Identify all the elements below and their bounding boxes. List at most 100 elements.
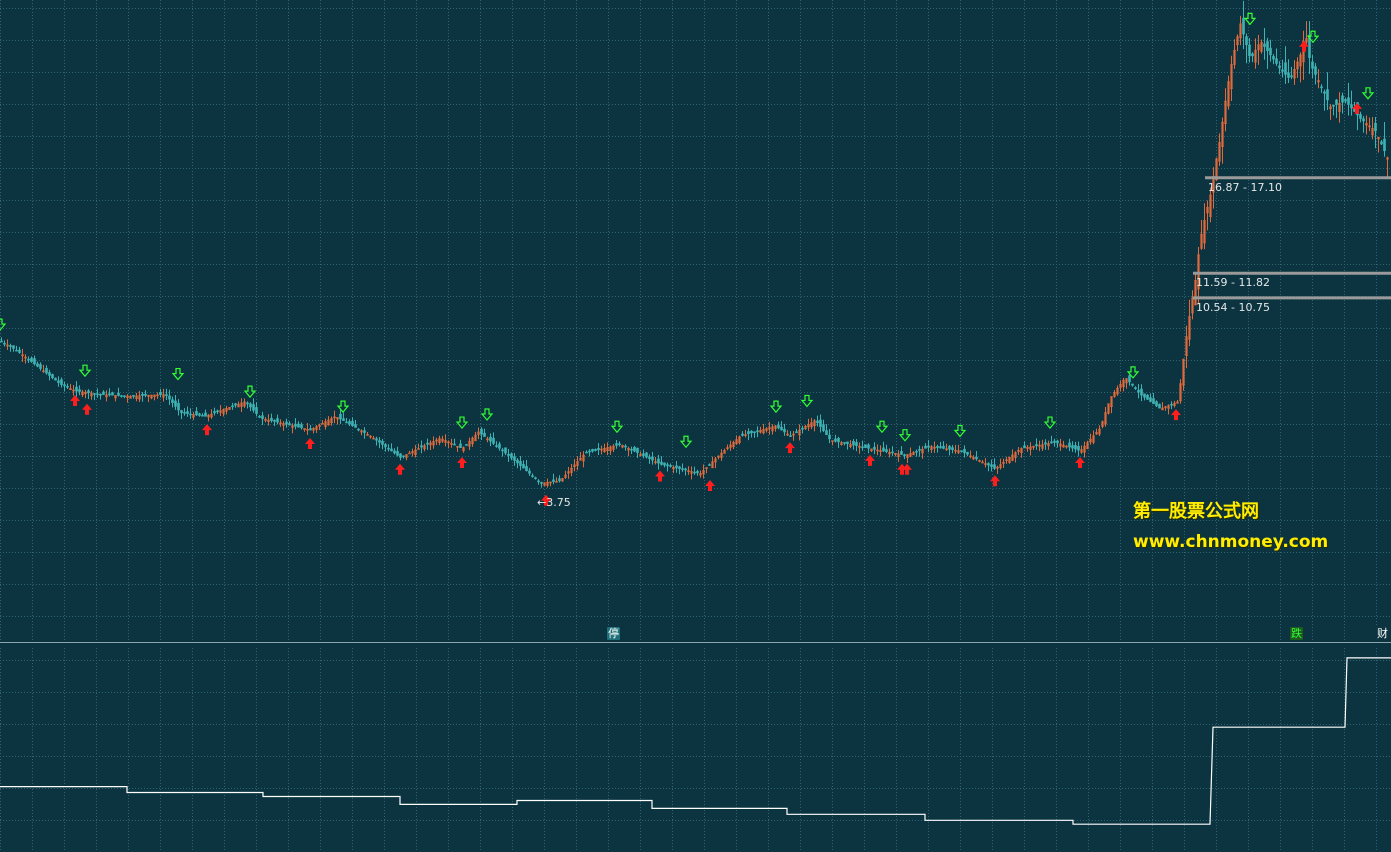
candle-body xyxy=(987,463,990,466)
chart-canvas[interactable] xyxy=(0,0,1391,852)
candle-body xyxy=(177,402,180,411)
candle-body xyxy=(132,395,135,397)
candle-body xyxy=(171,399,174,404)
candle-body xyxy=(633,447,636,452)
candle-body xyxy=(294,423,297,427)
candle-body xyxy=(990,464,993,468)
candle-body xyxy=(597,448,600,451)
candle-body xyxy=(1137,389,1140,393)
finance-marker[interactable]: 财 xyxy=(1376,627,1389,640)
candle-body xyxy=(642,453,645,456)
candle-body xyxy=(534,477,537,480)
candle-body xyxy=(915,450,918,453)
candle-body xyxy=(837,437,840,443)
watermark-url: www.chnmoney.com xyxy=(1133,532,1329,552)
candle-body xyxy=(756,430,759,433)
candle-body xyxy=(669,465,672,467)
candle-body xyxy=(144,393,147,396)
candle-body xyxy=(855,442,858,446)
candle-body xyxy=(1374,122,1377,132)
candle-body xyxy=(924,445,927,449)
stock-chart-window[interactable]: ←3.75 16.87 - 17.10 11.59 - 11.82 10.54 … xyxy=(0,0,1391,852)
candle-body xyxy=(936,445,939,448)
candle-body xyxy=(1131,383,1134,386)
candle-body xyxy=(1323,91,1326,94)
candle-body xyxy=(927,445,930,448)
candle-body xyxy=(819,419,822,427)
candle-body xyxy=(87,390,90,394)
candle-body xyxy=(1050,441,1053,444)
candle-body xyxy=(528,470,531,474)
candle-body xyxy=(648,456,651,459)
candle-body xyxy=(678,466,681,469)
candle-body xyxy=(18,349,21,353)
candle-body xyxy=(1128,375,1131,383)
candle-body xyxy=(636,447,639,453)
candle-body xyxy=(249,403,252,408)
candle-body xyxy=(123,395,126,398)
candle-body xyxy=(390,448,393,452)
candle-body xyxy=(300,424,303,429)
candle-body xyxy=(198,413,201,416)
candle-body xyxy=(531,475,534,477)
candle-body xyxy=(492,437,495,444)
up-arrow-icon xyxy=(785,442,795,454)
candle-body xyxy=(1344,99,1347,102)
candle-body xyxy=(537,480,540,483)
candle-body xyxy=(501,449,504,452)
candle-body xyxy=(141,393,144,396)
candle-body xyxy=(66,385,69,388)
candle-body xyxy=(1134,387,1137,389)
candle-body xyxy=(1149,397,1152,402)
candle-body xyxy=(465,444,468,446)
up-arrow-icon xyxy=(70,394,80,406)
candle-body xyxy=(1284,62,1287,75)
candle-body xyxy=(33,358,36,365)
candle-body xyxy=(960,450,963,452)
candle-body xyxy=(15,349,18,352)
candle-body xyxy=(1263,43,1266,47)
candle-body xyxy=(1044,442,1047,445)
candle-body xyxy=(351,420,354,427)
candle-body xyxy=(1158,403,1161,409)
candle-body xyxy=(420,445,423,448)
candle-body xyxy=(252,404,255,411)
candle-body xyxy=(108,393,111,396)
candle-body xyxy=(75,386,78,392)
candle-body xyxy=(1320,86,1323,89)
candle-body xyxy=(1068,442,1071,448)
candle-body xyxy=(27,358,30,361)
candle-body xyxy=(246,402,249,405)
candle-body xyxy=(495,445,498,447)
down-arrow-icon xyxy=(78,364,92,378)
candle-body xyxy=(1362,118,1365,122)
up-arrow-icon xyxy=(1075,457,1085,469)
limit-halt-marker[interactable]: 停 xyxy=(607,627,620,640)
candle-body xyxy=(387,447,390,450)
price-zone-label: 10.54 - 10.75 xyxy=(1196,300,1270,314)
up-arrow-icon xyxy=(305,438,315,450)
indicator-line xyxy=(0,657,1391,825)
up-arrow-icon xyxy=(202,424,212,436)
candle-body xyxy=(882,447,885,452)
candle-body xyxy=(1290,75,1293,78)
candle-body xyxy=(867,444,870,449)
candle-body xyxy=(777,424,780,429)
candle-body xyxy=(864,444,867,448)
candle-body xyxy=(801,427,804,430)
candle-body xyxy=(1272,56,1275,60)
candle-body xyxy=(1251,53,1254,57)
candle-body xyxy=(585,451,588,454)
candle-body xyxy=(195,411,198,416)
candle-body xyxy=(696,471,699,474)
fall-marker[interactable]: 跌 xyxy=(1290,627,1303,640)
candle-body xyxy=(783,428,786,433)
candle-body xyxy=(270,417,273,422)
candle-body xyxy=(1347,97,1350,105)
candle-body xyxy=(345,421,348,424)
candle-body xyxy=(1350,104,1353,109)
candle-body xyxy=(816,420,819,424)
candle-body xyxy=(1146,394,1149,400)
candle-body xyxy=(3,342,6,345)
candle-body xyxy=(174,400,177,407)
